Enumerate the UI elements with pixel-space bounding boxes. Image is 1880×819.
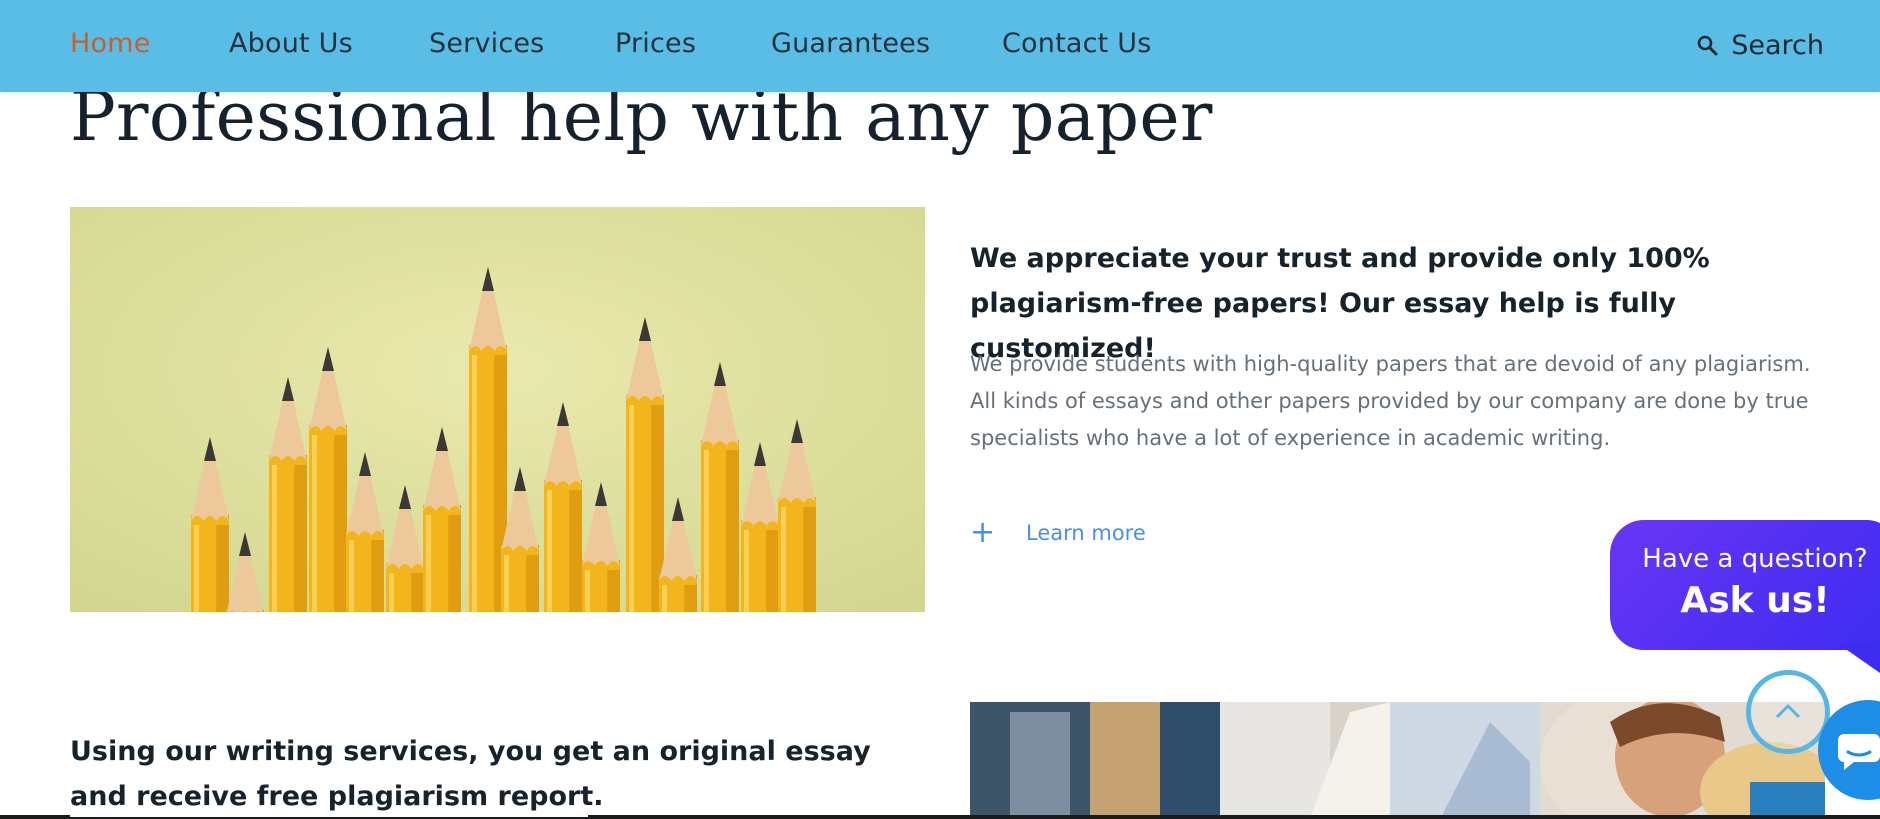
learn-more-link[interactable]: + Learn more bbox=[970, 518, 1146, 548]
bottom-divider bbox=[0, 815, 1880, 819]
section-description: We provide students with high-quality pa… bbox=[970, 352, 1811, 450]
nav-item-prices[interactable]: Prices bbox=[615, 28, 696, 59]
section-heading-original-essay: Using our writing services, you get an o… bbox=[70, 736, 871, 812]
nav-item-about-us[interactable]: About Us bbox=[229, 28, 353, 59]
nav-item-services[interactable]: Services bbox=[429, 28, 544, 59]
search-button[interactable]: Search bbox=[1697, 30, 1824, 61]
learn-more-label: Learn more bbox=[1026, 521, 1146, 545]
students-photo bbox=[970, 702, 1825, 819]
chat-bubble-tail bbox=[1840, 645, 1880, 673]
chat-bubble-icon bbox=[1838, 734, 1880, 770]
plus-icon: + bbox=[970, 515, 996, 550]
search-label: Search bbox=[1731, 30, 1824, 61]
pencils-image bbox=[70, 207, 925, 612]
scroll-to-top-button[interactable] bbox=[1746, 670, 1830, 754]
chevron-up-icon bbox=[1775, 703, 1801, 719]
chat-cta-text: Ask us! bbox=[1680, 580, 1830, 621]
nav-item-home[interactable]: Home bbox=[70, 28, 151, 59]
top-navigation: Home About Us Services Prices Guarantees… bbox=[0, 0, 1880, 92]
nav-item-guarantees[interactable]: Guarantees bbox=[771, 28, 930, 59]
chat-question-text: Have a question? bbox=[1642, 544, 1868, 574]
ask-question-bubble[interactable]: Have a question? Ask us! bbox=[1610, 520, 1880, 650]
nav-item-contact-us[interactable]: Contact Us bbox=[1002, 28, 1151, 59]
search-icon bbox=[1697, 35, 1718, 55]
bottom-divider-gap bbox=[70, 815, 588, 817]
